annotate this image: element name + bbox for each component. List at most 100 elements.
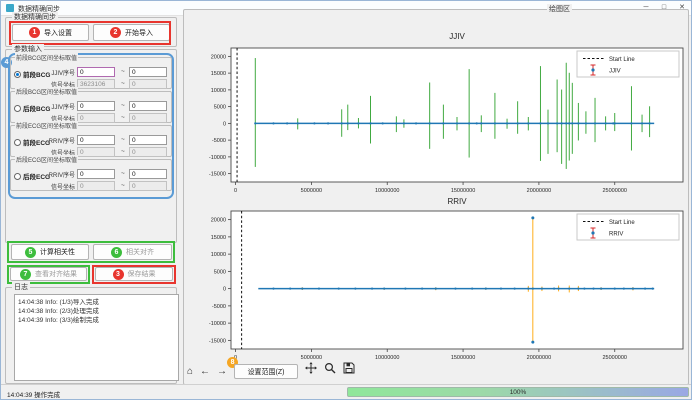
seq-label: JJIV序号 [41, 102, 75, 111]
coord-to-input[interactable]: 0 [129, 181, 167, 191]
coord-to-input[interactable]: 0 [129, 113, 167, 123]
section-label: 前段BCG区间坐标取值 [15, 53, 78, 62]
seq-from-input[interactable]: 0 [77, 67, 115, 77]
svg-text:15000000: 15000000 [451, 355, 475, 361]
tilde-separator: ~ [121, 136, 125, 143]
coord-from-input[interactable]: 0 [77, 147, 115, 157]
svg-text:5000: 5000 [214, 105, 226, 111]
seq-to-input[interactable]: 0 [129, 67, 167, 77]
correlation-align-label: 相关对齐 [126, 247, 154, 257]
log-groupbox: 日志 14:04:38 Info: (1/3)导入完成 14:04:38 Inf… [5, 287, 177, 384]
seq-label: RRIV序号 [41, 170, 75, 179]
tilde-separator: ~ [121, 102, 125, 109]
svg-text:10000: 10000 [211, 252, 226, 258]
log-textarea[interactable]: 14:04:38 Info: (1/3)导入完成 14:04:38 Info: … [14, 294, 179, 381]
annotation-badge-5: 5 [25, 247, 36, 258]
import-settings-label: 导入设置 [44, 28, 72, 38]
seq-from-input[interactable]: 0 [77, 135, 115, 145]
seq-to-input[interactable]: 0 [129, 101, 167, 111]
section-label: 后段BCG区间坐标取值 [15, 87, 78, 96]
param-section-rear-ecg: 后段ECG区间坐标取值 后段ECG RRIV序号 0 ~ 0 信号坐标 0 ~ … [10, 159, 172, 191]
svg-text:0: 0 [234, 188, 237, 194]
svg-text:-15000: -15000 [209, 172, 226, 178]
coord-to-input[interactable]: 0 [129, 79, 167, 89]
plot-toolbar: ⌂ ← → 8 设置范围(Z) [187, 362, 355, 381]
back-icon[interactable]: ← [200, 362, 210, 381]
svg-text:JJIV: JJIV [609, 69, 621, 75]
seq-label: JJIV序号 [41, 68, 75, 77]
coord-to-input[interactable]: 0 [129, 147, 167, 157]
svg-text:15000: 15000 [211, 235, 226, 241]
calc-correlation-label: 计算相关性 [40, 247, 75, 257]
svg-text:20000: 20000 [211, 218, 226, 224]
rriv-chart[interactable]: RRIV 0 5000000 10000000 15000000 20000000 2500… [187, 195, 687, 363]
save-icon[interactable] [343, 362, 355, 381]
view-result-button[interactable]: 7 查看对齐结果 [10, 267, 87, 281]
svg-text:JJIV: JJIV [449, 32, 465, 41]
coord-from-input[interactable]: 3623106 [77, 79, 115, 89]
jjiv-chart[interactable]: JJIV050000001000000015000000200000002500… [187, 21, 687, 195]
svg-text:10000000: 10000000 [375, 355, 399, 361]
pan-icon[interactable] [305, 362, 317, 381]
svg-text:25000000: 25000000 [603, 355, 627, 361]
tilde-separator: ~ [121, 68, 125, 75]
radio-icon[interactable] [14, 105, 21, 112]
svg-text:RRIV: RRIV [609, 232, 623, 238]
seq-from-input[interactable]: 0 [77, 169, 115, 179]
tilde-separator: ~ [121, 170, 125, 177]
import-settings-button[interactable]: 1 导入设置 [12, 24, 89, 41]
svg-text:25000000: 25000000 [603, 188, 627, 194]
seq-to-input[interactable]: 0 [129, 169, 167, 179]
sync-group-label: 数据精确同步 [12, 12, 58, 22]
radio-icon[interactable] [14, 173, 21, 180]
svg-text:10000: 10000 [211, 88, 226, 94]
svg-text:15000000: 15000000 [451, 188, 475, 194]
save-result-label: 保存结果 [128, 269, 156, 279]
svg-text:0: 0 [223, 121, 226, 127]
app-icon [6, 4, 14, 12]
start-import-label: 开始导入 [125, 28, 153, 38]
log-entry: 14:04:38 Info: (2/3)处理完成 [18, 307, 175, 316]
annotation-badge-2: 2 [110, 27, 121, 38]
home-icon[interactable]: ⌂ [187, 362, 193, 381]
status-message: 14:04:39 操作完成 [7, 389, 60, 399]
coord-from-input[interactable]: 0 [77, 113, 115, 123]
svg-text:20000: 20000 [211, 54, 226, 60]
calc-correlation-button[interactable]: 5 计算相关性 [11, 244, 89, 260]
correlation-align-button[interactable]: 6 相关对齐 [93, 244, 172, 260]
svg-text:5000000: 5000000 [301, 188, 322, 194]
annotation-badge-3: 3 [113, 269, 124, 280]
tilde-separator: ~ [121, 182, 125, 189]
param-section-front-bcg: 前段BCG区间坐标取值 前段BCG JJIV序号 0 ~ 0 信号坐标 3623… [10, 57, 172, 89]
svg-text:-5000: -5000 [212, 304, 226, 310]
svg-text:-15000: -15000 [209, 338, 226, 344]
radio-icon[interactable] [14, 139, 21, 146]
svg-text:20000000: 20000000 [527, 355, 551, 361]
seq-to-input[interactable]: 0 [129, 135, 167, 145]
save-result-button[interactable]: 3 保存结果 [95, 267, 173, 281]
set-range-button[interactable]: 设置范围(Z) [234, 364, 298, 379]
annotation-badge-7: 7 [20, 269, 31, 280]
coord-label: 信号坐标 [41, 182, 75, 191]
svg-text:5000: 5000 [214, 269, 226, 275]
coord-from-input[interactable]: 0 [77, 181, 115, 191]
tilde-separator: ~ [121, 148, 125, 155]
set-range-wrap: 8 设置范围(Z) [234, 364, 298, 379]
tilde-separator: ~ [121, 80, 125, 87]
zoom-icon[interactable] [324, 362, 336, 381]
param-section-front-ecg: 前段ECG区间坐标取值 前段ECG RRIV序号 0 ~ 0 信号坐标 0 ~ … [10, 125, 172, 157]
app-window: 数据精确同步 ─ □ ✕ 数据精确同步 1 导入设置 2 开始导入 参数输入 4… [0, 0, 692, 400]
statusbar: 14:04:39 操作完成 100% [1, 384, 691, 399]
start-import-button[interactable]: 2 开始导入 [93, 24, 170, 41]
progress-bar: 100% [347, 387, 689, 397]
svg-text:-10000: -10000 [209, 155, 226, 161]
annotation-badge-1: 1 [29, 27, 40, 38]
plot-group-label: 绘图区 [547, 4, 572, 14]
annotation-badge-6: 6 [111, 247, 122, 258]
seq-from-input[interactable]: 0 [77, 101, 115, 111]
svg-text:RRIV: RRIV [447, 197, 467, 206]
svg-text:5000000: 5000000 [301, 355, 322, 361]
svg-text:0: 0 [223, 287, 226, 293]
radio-icon[interactable] [14, 71, 21, 78]
forward-icon[interactable]: → [217, 362, 227, 381]
